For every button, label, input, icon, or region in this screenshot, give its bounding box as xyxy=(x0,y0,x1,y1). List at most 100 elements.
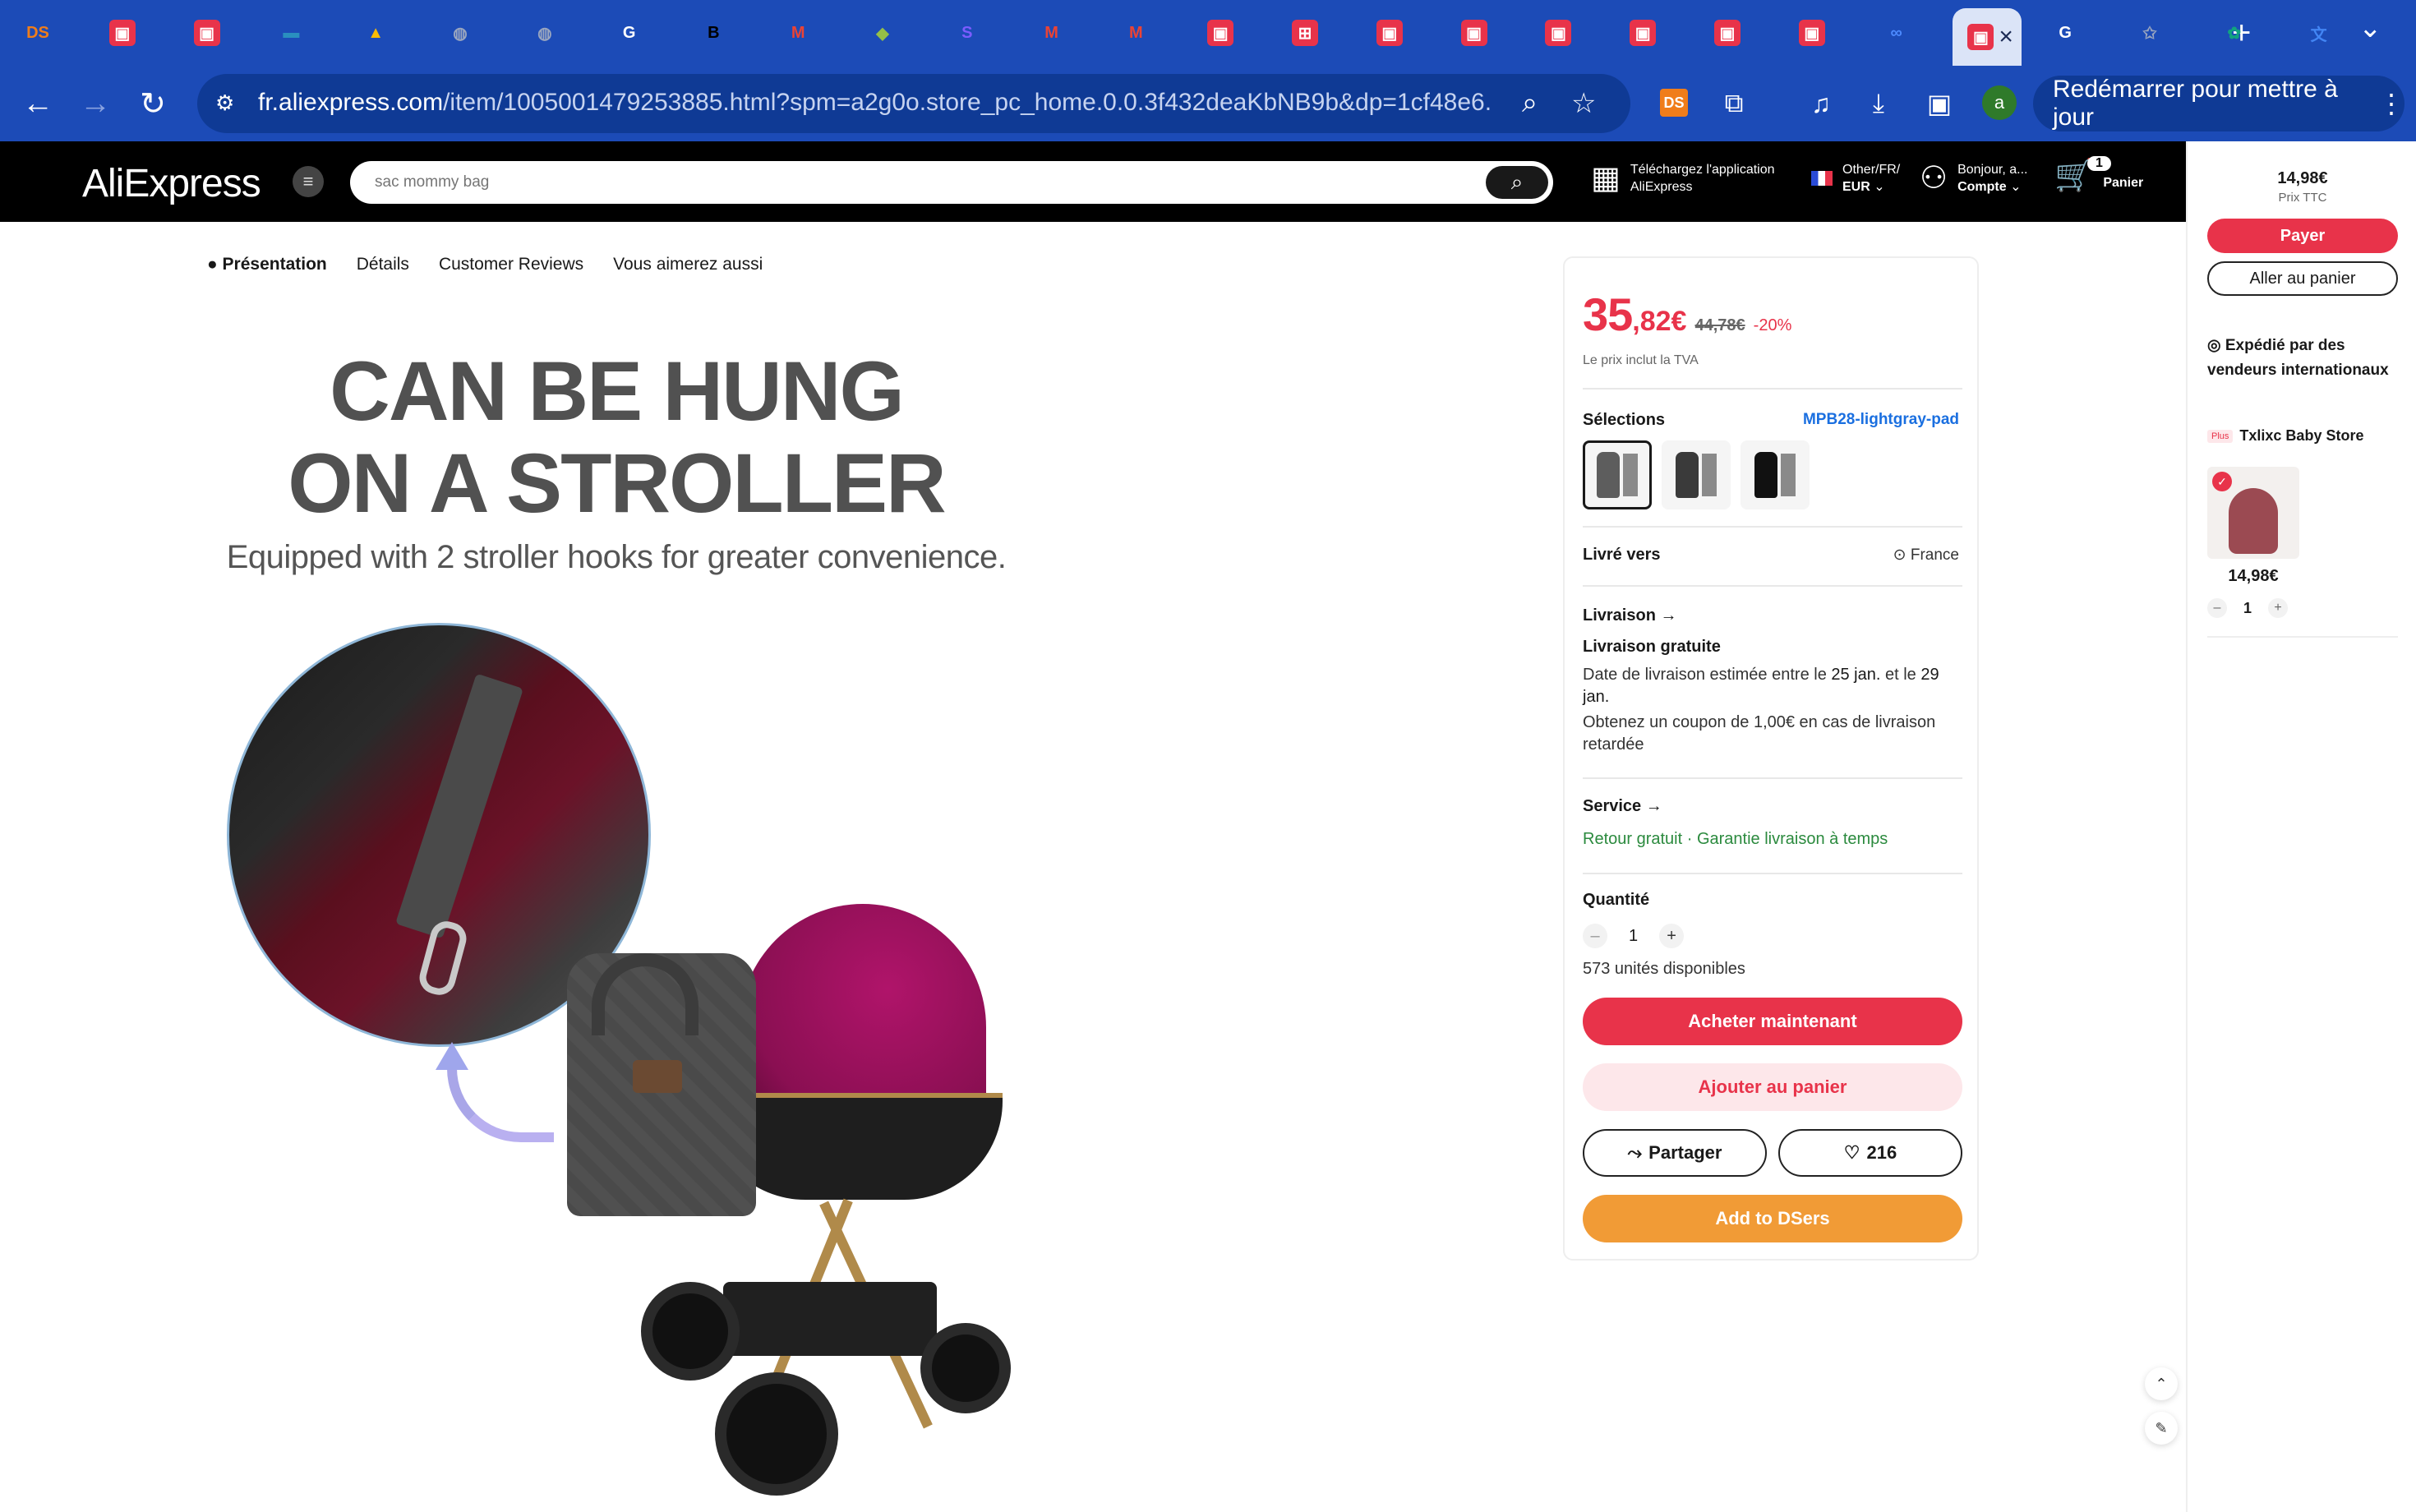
browser-tab[interactable]: ◍ xyxy=(432,12,509,54)
add-to-dsers-button[interactable]: Add to DSers xyxy=(1583,1195,1962,1242)
browser-tab[interactable]: 文 xyxy=(2291,12,2368,54)
profile-avatar[interactable]: a xyxy=(1982,85,2017,120)
browser-tab[interactable]: ▬ xyxy=(263,12,340,54)
reload-icon[interactable]: ↻ xyxy=(131,82,174,125)
heart-icon: ♡ xyxy=(1843,1142,1860,1163)
aliexpress-logo[interactable]: AliExpress xyxy=(82,161,261,206)
service-link[interactable]: Service → xyxy=(1583,797,1662,816)
aliexpress-icon: ▣ xyxy=(1714,20,1741,46)
promo-headline: CAN BE HUNG ON A STROLLER xyxy=(288,344,946,530)
close-tab-icon[interactable]: × xyxy=(1999,23,2013,51)
address-bar[interactable]: ⚙ fr.aliexpress.com/item/100500147925388… xyxy=(197,74,1630,133)
more-menu-icon[interactable]: ⋮ xyxy=(2378,88,2404,119)
browser-tab[interactable]: ▣ xyxy=(95,12,172,54)
browser-tab[interactable]: ▣ xyxy=(179,12,256,54)
browser-tab[interactable]: ▣ xyxy=(1446,12,1524,54)
share-button[interactable]: ⤳ Partager xyxy=(1583,1129,1767,1177)
url-text[interactable]: fr.aliexpress.com/item/1005001479253885.… xyxy=(258,89,1491,117)
browser-tab[interactable]: ▣ xyxy=(1699,12,1777,54)
aliexpress-icon: ▣ xyxy=(1207,20,1234,46)
checkmark-icon[interactable]: ✓ xyxy=(2212,472,2232,491)
buy-box: 35,82€ 44,78€ -20% Le prix inclut la TVA… xyxy=(1563,256,1979,1261)
add-to-cart-button[interactable]: Ajouter au panier xyxy=(1583,1063,1962,1111)
variant-swatch[interactable] xyxy=(1741,440,1810,509)
anchor-recommendations[interactable]: Vous aimerez aussi xyxy=(613,255,763,274)
browser-tab[interactable]: ▣ × xyxy=(1953,8,2022,66)
browser-tab[interactable]: ◍ xyxy=(517,12,594,54)
shopify-icon: ◆ xyxy=(876,24,889,43)
browser-tab[interactable]: M xyxy=(770,12,847,54)
globe-icon: ◍ xyxy=(537,24,552,43)
star-icon: ✩ xyxy=(2142,24,2157,43)
categories-menu-icon[interactable]: ≡ xyxy=(293,166,324,197)
media-control-icon[interactable]: ♫ xyxy=(1801,84,1841,123)
browser-tab[interactable]: ▣ xyxy=(1615,12,1692,54)
increase-qty-button[interactable]: + xyxy=(2268,598,2289,618)
browser-tab[interactable]: ▣ xyxy=(1784,12,1861,54)
search-bar: ⌕ xyxy=(350,161,1553,204)
search-icon[interactable]: ⌕ xyxy=(1486,166,1548,199)
cart-total-note: Prix TTC xyxy=(2278,191,2327,205)
gmail-icon: M xyxy=(791,23,805,42)
buy-now-button[interactable]: Acheter maintenant xyxy=(1583,998,1962,1045)
pay-button[interactable]: Payer xyxy=(2207,219,2398,253)
stroller-with-bag-image xyxy=(567,896,1035,1504)
browser-tab[interactable]: G xyxy=(602,12,679,54)
zoom-search-icon[interactable]: ⌕ xyxy=(1522,87,1538,119)
google-ads-icon: ▲ xyxy=(367,23,385,42)
cart-item-price: 14,98€ xyxy=(2228,567,2279,585)
aliexpress-icon: ▣ xyxy=(1798,20,1825,46)
site-settings-icon[interactable]: ⚙ xyxy=(215,90,242,117)
variant-swatch[interactable] xyxy=(1583,440,1652,509)
browser-tab[interactable]: ▲ xyxy=(348,12,425,54)
dsers-extension-icon[interactable]: DS xyxy=(1660,89,1688,117)
browser-tab[interactable]: M xyxy=(1108,12,1185,54)
forward-icon[interactable]: → xyxy=(74,82,117,125)
location-pin-icon: ⊙ xyxy=(1893,546,1907,564)
store-name[interactable]: Plus Txlixc Baby Store xyxy=(2207,427,2363,445)
cart-item-thumbnail[interactable]: ✓ xyxy=(2207,467,2299,559)
ship-to-selector[interactable]: ⊙ France xyxy=(1893,546,1959,565)
browser-tab[interactable]: ▣ xyxy=(1362,12,1439,54)
increase-qty-button[interactable]: + xyxy=(1659,924,1685,948)
browser-tab[interactable]: ▣ xyxy=(1530,12,1607,54)
share-icon: ⤳ xyxy=(1627,1142,1643,1163)
feedback-pencil-icon[interactable]: ✎ xyxy=(2145,1412,2178,1445)
quantity-label: Quantité xyxy=(1583,891,1650,909)
browser-tab[interactable]: ⊞ xyxy=(1277,12,1354,54)
delivery-coupon: Obtenez un coupon de 1,00€ en cas de liv… xyxy=(1583,713,1936,754)
browser-tab[interactable]: G xyxy=(2037,12,2114,54)
browser-tab[interactable]: ✿ xyxy=(2206,12,2284,54)
anchor-reviews[interactable]: Customer Reviews xyxy=(439,255,583,274)
download-icon[interactable]: ⤓ xyxy=(1859,84,1898,123)
wishlist-button[interactable]: ♡ 216 xyxy=(1778,1129,1962,1177)
extensions-puzzle-icon[interactable]: ⧉ xyxy=(1714,84,1754,123)
decrease-qty-button[interactable]: – xyxy=(1583,924,1607,948)
browser-tab[interactable]: DS xyxy=(10,12,87,54)
account-menu[interactable]: ⚇ Bonjour, a... Compte ⌄ xyxy=(1920,161,2027,196)
anchor-details[interactable]: Détails xyxy=(357,255,409,274)
chevron-down-icon: ⌄ xyxy=(2010,180,2022,194)
browser-tab[interactable]: B xyxy=(685,12,763,54)
search-input[interactable] xyxy=(375,169,1443,196)
browser-tab[interactable]: ∞ xyxy=(1869,12,1946,54)
browser-tab[interactable]: ▣ xyxy=(1192,12,1270,54)
locale-selector[interactable]: Other/FR/EUR ⌄ xyxy=(1811,161,1900,196)
delivery-link[interactable]: Livraison → xyxy=(1583,606,1676,625)
b-icon: B xyxy=(708,23,720,42)
browser-tab[interactable]: ✩ xyxy=(2122,12,2199,54)
browser-tab[interactable]: M xyxy=(1024,12,1101,54)
variant-swatch[interactable] xyxy=(1662,440,1731,509)
browser-tab[interactable]: ◆ xyxy=(855,12,932,54)
browser-tab[interactable]: S xyxy=(939,12,1017,54)
scroll-top-icon[interactable]: ⌃ xyxy=(2145,1367,2178,1400)
free-delivery: Livraison gratuite xyxy=(1583,638,1721,656)
anchor-presentation[interactable]: ● Présentation xyxy=(207,255,327,274)
go-to-cart-button[interactable]: Aller au panier xyxy=(2207,261,2398,296)
restart-update-button[interactable]: Redémarrer pour mettre à jour ⋮ xyxy=(2033,76,2404,131)
side-panel-icon[interactable]: ▣ xyxy=(1920,84,1959,123)
back-icon[interactable]: ← xyxy=(16,82,59,125)
bookmark-star-icon[interactable]: ☆ xyxy=(1571,87,1596,120)
decrease-qty-button[interactable]: – xyxy=(2207,598,2227,618)
download-app-link[interactable]: ▦ Téléchargez l'application AliExpress xyxy=(1591,161,1775,196)
